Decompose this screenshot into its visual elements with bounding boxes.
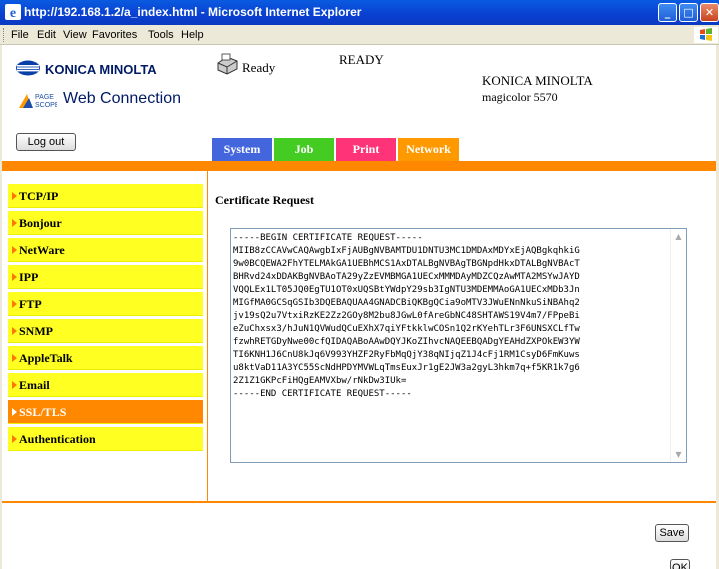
sidebar-item-authentication[interactable]: Authentication — [8, 427, 203, 451]
menu-favorites[interactable]: Favorites — [92, 29, 137, 41]
svg-text:PAGE: PAGE — [35, 94, 54, 101]
tab-job[interactable]: Job — [274, 138, 334, 161]
arrow-icon — [12, 273, 17, 282]
svg-text:e: e — [10, 6, 16, 20]
ie-logo-icon: e — [5, 4, 21, 20]
sidebar-item-bonjour[interactable]: Bonjour — [8, 211, 203, 235]
printer-icon — [217, 53, 238, 75]
sidebar-item-label: Bonjour — [19, 216, 62, 230]
sidebar-item-label: FTP — [19, 297, 42, 311]
certificate-textarea[interactable]: -----BEGIN CERTIFICATE REQUEST----- MIIB… — [230, 228, 687, 463]
scroll-up-icon[interactable]: ▲ — [673, 231, 684, 242]
logout-button[interactable]: Log out — [16, 133, 76, 151]
sidebar-item-label: AppleTalk — [19, 351, 73, 365]
page-content: KONICA MINOLTA PAGE SCOPE Web Connection… — [2, 45, 716, 569]
model-name: magicolor 5570 — [482, 90, 558, 104]
window-title: http://192.168.1.2/a_index.html - Micros… — [24, 5, 362, 19]
menu-help[interactable]: Help — [181, 29, 204, 41]
web-connection-text: Web Connection — [63, 90, 181, 107]
sidebar-item-label: Authentication — [19, 432, 96, 446]
printer-status: Ready — [242, 60, 276, 75]
footer-divider — [2, 501, 716, 503]
arrow-icon — [12, 192, 17, 201]
header-divider — [2, 161, 716, 171]
sidebar-item-label: SNMP — [19, 324, 53, 338]
sidebar-item-ssltls[interactable]: SSL/TLS — [8, 400, 203, 424]
arrow-icon — [12, 246, 17, 255]
sidebar-item-snmp[interactable]: SNMP — [8, 319, 203, 343]
menu-view[interactable]: View — [63, 29, 87, 41]
sidebar-item-label: Email — [19, 378, 50, 392]
sidebar-item-ftp[interactable]: FTP — [8, 292, 203, 316]
tab-print[interactable]: Print — [336, 138, 396, 161]
sidebar-item-label: SSL/TLS — [19, 405, 67, 419]
maximize-button[interactable]: □ — [679, 3, 698, 22]
title-bar: e http://192.168.1.2/a_index.html - Micr… — [0, 0, 719, 25]
sidebar-item-ipp[interactable]: IPP — [8, 265, 203, 289]
toolbar-grip — [3, 28, 7, 42]
sidebar-item-label: TCP/IP — [19, 189, 59, 203]
textarea-scrollbar[interactable]: ▲ ▼ — [670, 229, 686, 462]
svg-text:SCOPE: SCOPE — [35, 102, 57, 109]
windows-logo-icon — [694, 27, 718, 43]
brand-logo-text: KONICA MINOLTA — [45, 62, 157, 77]
save-button[interactable]: Save — [655, 524, 689, 542]
sidebar-item-appletalk[interactable]: AppleTalk — [8, 346, 203, 370]
sidebar-item-label: IPP — [19, 270, 39, 284]
menu-bar: File Edit View Favorites Tools Help — [0, 25, 719, 45]
page-title: Certificate Request — [215, 193, 314, 207]
arrow-icon — [12, 219, 17, 228]
pagescope-logo-icon: PAGE SCOPE — [19, 94, 57, 109]
ok-button[interactable]: OK — [670, 559, 690, 569]
arrow-icon — [12, 435, 17, 444]
sidebar-item-email[interactable]: Email — [8, 373, 203, 397]
arrow-icon — [12, 381, 17, 390]
arrow-icon — [12, 408, 17, 417]
menu-tools[interactable]: Tools — [148, 29, 174, 41]
sidebar: TCP/IP Bonjour NetWare IPP FTP SNMP Appl… — [2, 171, 208, 501]
sidebar-item-netware[interactable]: NetWare — [8, 238, 203, 262]
minimize-button[interactable]: _ — [658, 3, 677, 22]
device-status: READY — [339, 52, 384, 67]
sidebar-item-tcpip[interactable]: TCP/IP — [8, 184, 203, 208]
arrow-icon — [12, 300, 17, 309]
certificate-text[interactable]: -----BEGIN CERTIFICATE REQUEST----- MIIB… — [231, 229, 671, 462]
sidebar-item-label: NetWare — [19, 243, 65, 257]
tab-system[interactable]: System — [212, 138, 272, 161]
menu-file[interactable]: File — [11, 29, 29, 41]
brand-name: KONICA MINOLTA — [482, 73, 593, 88]
konica-minolta-logo-icon — [16, 60, 40, 76]
tab-network[interactable]: Network — [398, 138, 459, 161]
scroll-down-icon[interactable]: ▼ — [673, 449, 684, 460]
close-button[interactable]: ✕ — [700, 3, 719, 22]
arrow-icon — [12, 327, 17, 336]
arrow-icon — [12, 354, 17, 363]
menu-edit[interactable]: Edit — [37, 29, 56, 41]
